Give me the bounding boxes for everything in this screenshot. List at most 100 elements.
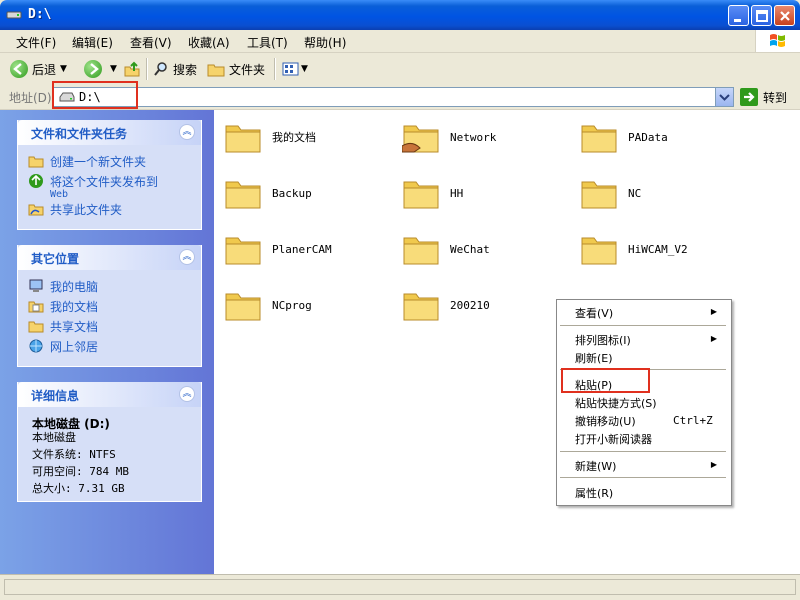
ctx-paste[interactable]: 粘贴(P): [575, 377, 612, 393]
go-button[interactable]: 转到: [740, 88, 787, 106]
task-label: 将这个文件夹发布到: [50, 175, 159, 189]
toolbar-separator: [146, 58, 147, 80]
maximize-button[interactable]: [751, 5, 772, 26]
detail-total-size: 总大小: 7.31 GB: [32, 482, 125, 495]
task-share-folder[interactable]: 共享此文件夹: [28, 201, 122, 218]
other-places-header[interactable]: 其它位置 ︽: [18, 245, 201, 270]
go-arrow-icon: [740, 88, 758, 106]
folder-item[interactable]: NCprog: [224, 288, 312, 322]
ctx-properties[interactable]: 属性(R): [575, 485, 613, 501]
menu-help[interactable]: 帮助(H): [302, 33, 348, 52]
panel-title: 详细信息: [31, 389, 80, 403]
folder-item[interactable]: Network: [402, 120, 496, 154]
folder-item[interactable]: 我的文档: [224, 120, 316, 154]
back-dropdown-icon[interactable]: ▼: [60, 64, 67, 74]
menu-separator: [560, 451, 726, 452]
folders-button[interactable]: 文件夹: [207, 57, 265, 81]
views-dropdown-icon[interactable]: ▼: [301, 64, 308, 74]
file-tasks-header[interactable]: 文件和文件夹任务 ︽: [18, 120, 201, 145]
details-header[interactable]: 详细信息 ︽: [18, 382, 201, 407]
menu-edit[interactable]: 编辑(E): [70, 33, 115, 52]
menu-separator: [560, 325, 726, 326]
folder-name: NCprog: [272, 298, 312, 312]
collapse-icon[interactable]: ︽: [179, 124, 195, 140]
up-folder-button[interactable]: [123, 57, 141, 81]
menu-tools[interactable]: 工具(T): [245, 33, 290, 52]
file-tasks-panel: 文件和文件夹任务 ︽ 创建一个新文件夹 将这个文件夹发布到 Web 共享此文件夹: [17, 120, 202, 230]
minimize-button[interactable]: [728, 5, 749, 26]
menu-view[interactable]: 查看(V): [128, 33, 174, 52]
new-folder-icon: [28, 156, 44, 168]
forward-arrow-icon: [84, 60, 102, 78]
address-input[interactable]: D:\: [52, 87, 734, 107]
folder-icon: [403, 237, 439, 265]
folder-name: HH: [450, 186, 464, 200]
my-documents-icon: [28, 301, 44, 313]
menu-separator: [560, 477, 726, 478]
panel-title: 文件和文件夹任务: [31, 127, 128, 141]
folder-item[interactable]: Backup: [224, 176, 312, 210]
task-new-folder[interactable]: 创建一个新文件夹: [28, 153, 146, 170]
place-label: 共享文档: [50, 320, 99, 334]
folder-icon: [225, 125, 261, 153]
forward-dropdown-icon[interactable]: ▼: [110, 64, 117, 74]
address-label: 地址(D): [9, 91, 52, 105]
back-button[interactable]: 后退 ▼: [10, 57, 67, 81]
views-button[interactable]: ▼: [282, 57, 308, 81]
folder-item[interactable]: 200210: [402, 288, 490, 322]
place-my-computer[interactable]: 我的电脑: [28, 278, 98, 295]
toolbar-separator: [274, 58, 275, 80]
network-places-icon: [29, 339, 43, 353]
ctx-undo-shortcut: Ctrl+Z: [673, 414, 713, 427]
collapse-icon[interactable]: ︽: [179, 249, 195, 265]
go-label: 转到: [763, 90, 788, 105]
folder-icon: [403, 181, 439, 209]
search-icon: [154, 62, 167, 76]
place-network[interactable]: 网上邻居: [28, 338, 98, 355]
shared-documents-icon: [28, 321, 44, 333]
task-label: 共享此文件夹: [50, 203, 123, 217]
ctx-view[interactable]: 查看(V) ▶: [575, 305, 725, 321]
ctx-open-reader[interactable]: 打开小新阅读器: [575, 431, 652, 447]
folder-name: Backup: [272, 186, 312, 200]
menu-file[interactable]: 文件(F): [14, 33, 58, 52]
chevron-down-icon: [719, 94, 730, 101]
menu-favorites[interactable]: 收藏(A): [186, 33, 232, 52]
folder-name: 200210: [450, 298, 490, 312]
publish-web-icon: [29, 174, 43, 188]
panel-title: 其它位置: [31, 252, 80, 266]
search-button[interactable]: 搜索: [153, 57, 197, 81]
folder-name: WeChat: [450, 242, 490, 256]
detail-filesystem: 文件系统: NTFS: [32, 448, 116, 461]
folder-icon: [225, 237, 261, 265]
folder-item[interactable]: WeChat: [402, 232, 490, 266]
place-shared-documents[interactable]: 共享文档: [28, 318, 98, 335]
submenu-arrow-icon: ▶: [710, 460, 717, 469]
ctx-refresh[interactable]: 刷新(E): [575, 350, 613, 366]
folder-item[interactable]: NC: [580, 176, 641, 210]
ctx-paste-shortcut[interactable]: 粘贴快捷方式(S): [575, 395, 657, 411]
detail-free-space: 可用空间: 784 MB: [32, 465, 129, 478]
close-button[interactable]: [774, 5, 795, 26]
address-dropdown-button[interactable]: [715, 88, 733, 106]
folder-name: HiWCAM_V2: [628, 242, 688, 256]
folder-item[interactable]: HiWCAM_V2: [580, 232, 688, 266]
place-my-documents[interactable]: 我的文档: [28, 298, 98, 315]
task-pane: 文件和文件夹任务 ︽ 创建一个新文件夹 将这个文件夹发布到 Web 共享此文件夹: [0, 110, 214, 574]
ctx-arrange-icons[interactable]: 排列图标(I) ▶: [575, 332, 725, 348]
explorer-window: D:\ 文件(F) 编辑(E) 查看(V) 收藏(A) 工具(T) 帮助(H): [0, 0, 800, 600]
task-publish-web[interactable]: 将这个文件夹发布到 Web: [28, 173, 158, 200]
ctx-label: 查看(V): [575, 307, 614, 320]
folder-item[interactable]: HH: [402, 176, 463, 210]
detail-type: 本地磁盘: [32, 431, 76, 444]
collapse-icon[interactable]: ︽: [179, 386, 195, 402]
up-folder-icon: [124, 61, 140, 77]
back-arrow-icon: [10, 60, 28, 78]
other-places-panel: 其它位置 ︽ 我的电脑 我的文档 共享文档 网上邻居: [17, 245, 202, 367]
folder-item[interactable]: PAData: [580, 120, 668, 154]
ctx-new[interactable]: 新建(W) ▶: [575, 458, 725, 474]
title-bar[interactable]: D:\: [0, 0, 800, 30]
folder-item[interactable]: PlanerCAM: [224, 232, 332, 266]
ctx-undo-move[interactable]: 撤销移动(U): [575, 413, 636, 429]
forward-button[interactable]: ▼: [84, 57, 117, 81]
